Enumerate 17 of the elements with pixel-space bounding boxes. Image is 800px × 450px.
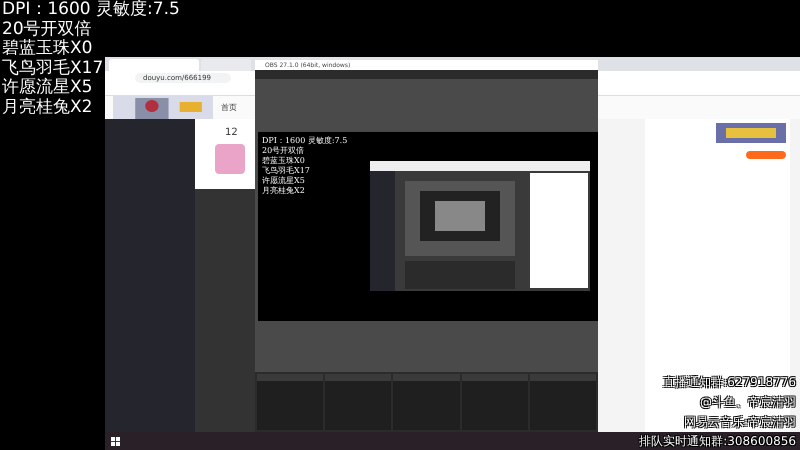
overlay-text: 飞鸟羽毛X17 bbox=[2, 58, 104, 78]
overlay-text: 排队实时通知群:308600856 bbox=[639, 433, 796, 450]
overlay-text: 月亮桂兔X2 bbox=[262, 186, 306, 196]
overlay-text: 许愿流星X5 bbox=[2, 78, 92, 98]
overlay-text: @斗鱼、帝宸清羽 bbox=[700, 394, 796, 412]
nav-link[interactable]: 首页 bbox=[221, 102, 237, 113]
overlay-text: 碧蓝玉珠X0 bbox=[2, 39, 92, 58]
overlay-text: DPI：1600 灵敏度:7.5 bbox=[262, 136, 348, 146]
follow-count: 12 bbox=[225, 127, 238, 138]
overlay-text: 飞鸟羽毛X17 bbox=[262, 166, 311, 176]
overlay-text: 20号开双倍 bbox=[262, 146, 306, 156]
overlay-text: 碧蓝玉珠X0 bbox=[262, 156, 306, 166]
overlay-text: 直播通知群:627918776 bbox=[663, 374, 796, 391]
overlay-text: 20号开双倍 bbox=[2, 20, 92, 39]
overlay-text: 网易云音乐:帝宸清羽 bbox=[684, 414, 796, 431]
overlay-text: 许愿流星X5 bbox=[262, 176, 306, 186]
overlay-text: 月亮桂兔X2 bbox=[2, 98, 92, 117]
